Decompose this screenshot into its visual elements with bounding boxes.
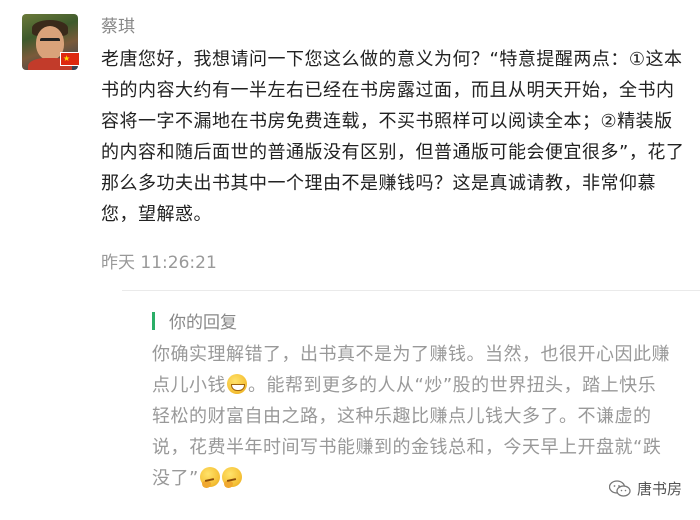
reply-accent-bar [152,311,155,330]
china-flag-icon: ★ [60,52,80,66]
watermark: 唐书房 [608,478,682,499]
reply-label: 你的回复 [169,313,237,333]
wechat-icon [608,479,631,497]
thinking-emoji-icon [221,467,242,488]
comment-timestamp: 昨天 11:26:21 [101,253,217,273]
comment-username[interactable]: 蔡琪 [101,12,135,37]
avatar-glasses [40,38,60,45]
thinking-emoji-icon [199,467,220,488]
comment-message: 老唐您好，我想请问一下您这么做的意义为何？“特意提醒两点：①这本书的内容大约有一… [101,49,685,225]
watermark-text: 唐书房 [636,480,682,498]
grinning-emoji-icon [227,374,247,394]
reply-header: 你的回复 [152,308,237,333]
reply-message: 你确实理解错了，出书真不是为了赚钱。当然，也很开心因此赚点儿小钱 。能帮到更多的人… [152,339,672,494]
